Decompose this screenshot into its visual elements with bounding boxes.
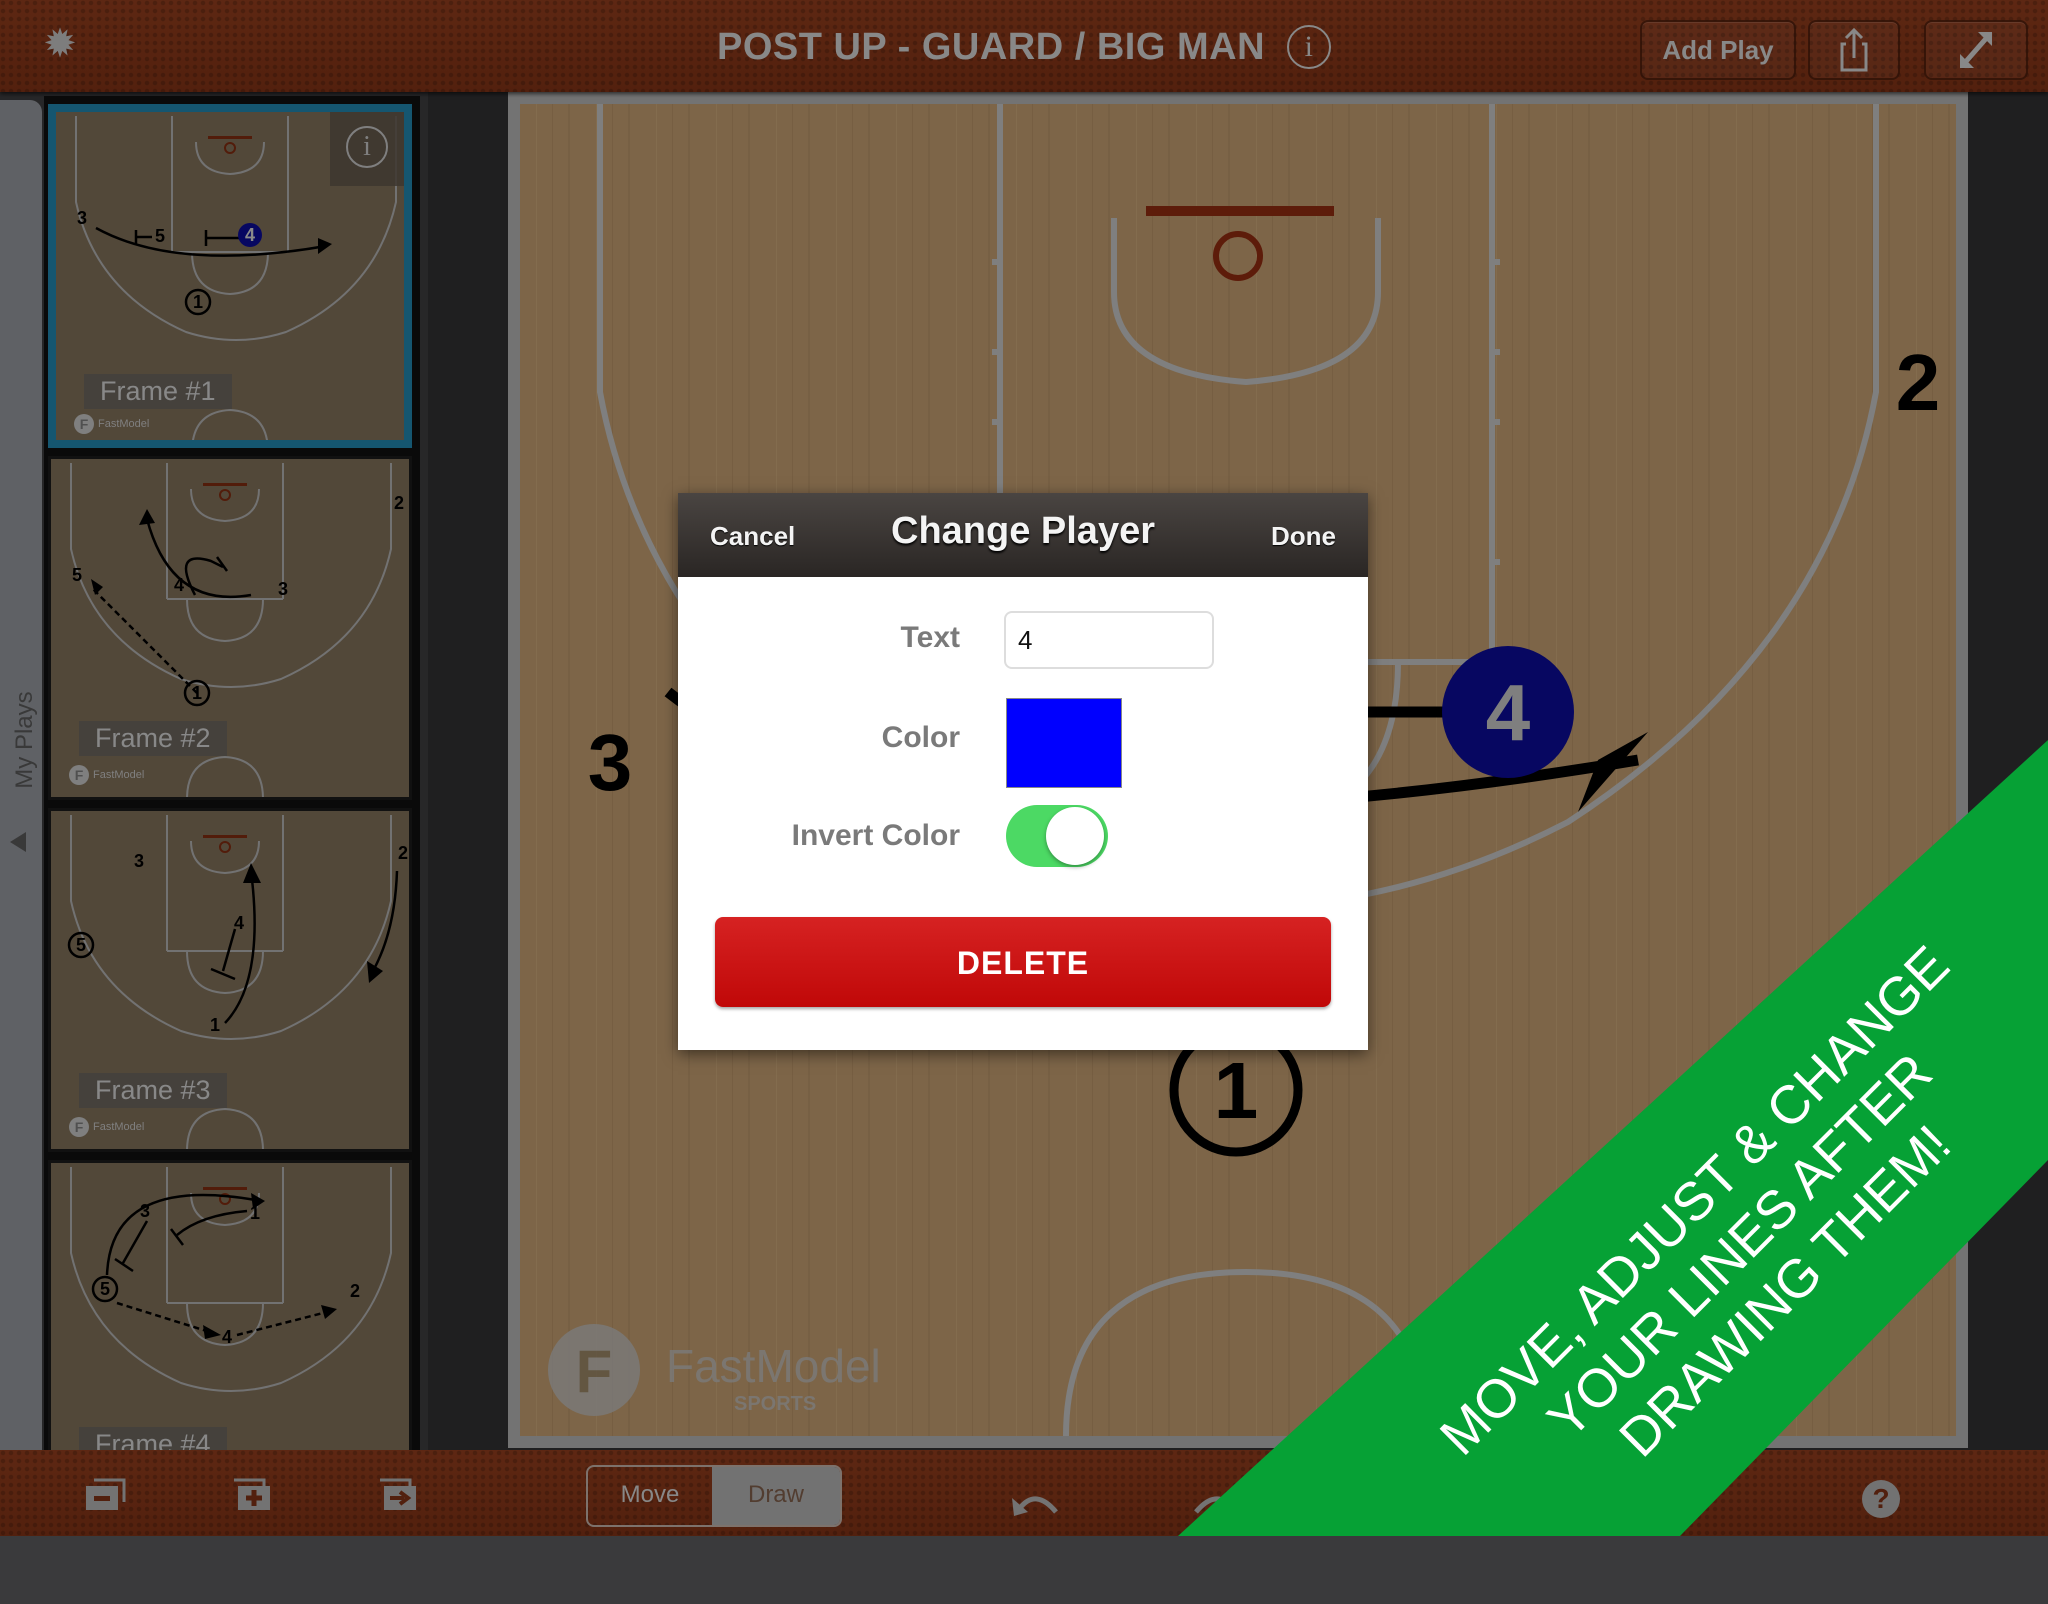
color-swatch[interactable] bbox=[1006, 698, 1122, 788]
color-label: Color bbox=[881, 721, 960, 754]
invert-color-label: Invert Color bbox=[791, 819, 960, 852]
toggle-knob bbox=[1046, 807, 1104, 865]
text-field-label: Text bbox=[900, 621, 960, 654]
done-button[interactable]: Done bbox=[1271, 521, 1336, 552]
dialog-header: Change Player Cancel Done bbox=[678, 493, 1368, 577]
change-player-dialog: Change Player Cancel Done Text Color Inv… bbox=[678, 493, 1368, 1050]
invert-color-toggle[interactable] bbox=[1006, 805, 1108, 867]
cancel-button[interactable]: Cancel bbox=[710, 521, 795, 552]
player-text-input[interactable] bbox=[1004, 611, 1214, 669]
delete-button[interactable]: DELETE bbox=[715, 917, 1331, 1007]
